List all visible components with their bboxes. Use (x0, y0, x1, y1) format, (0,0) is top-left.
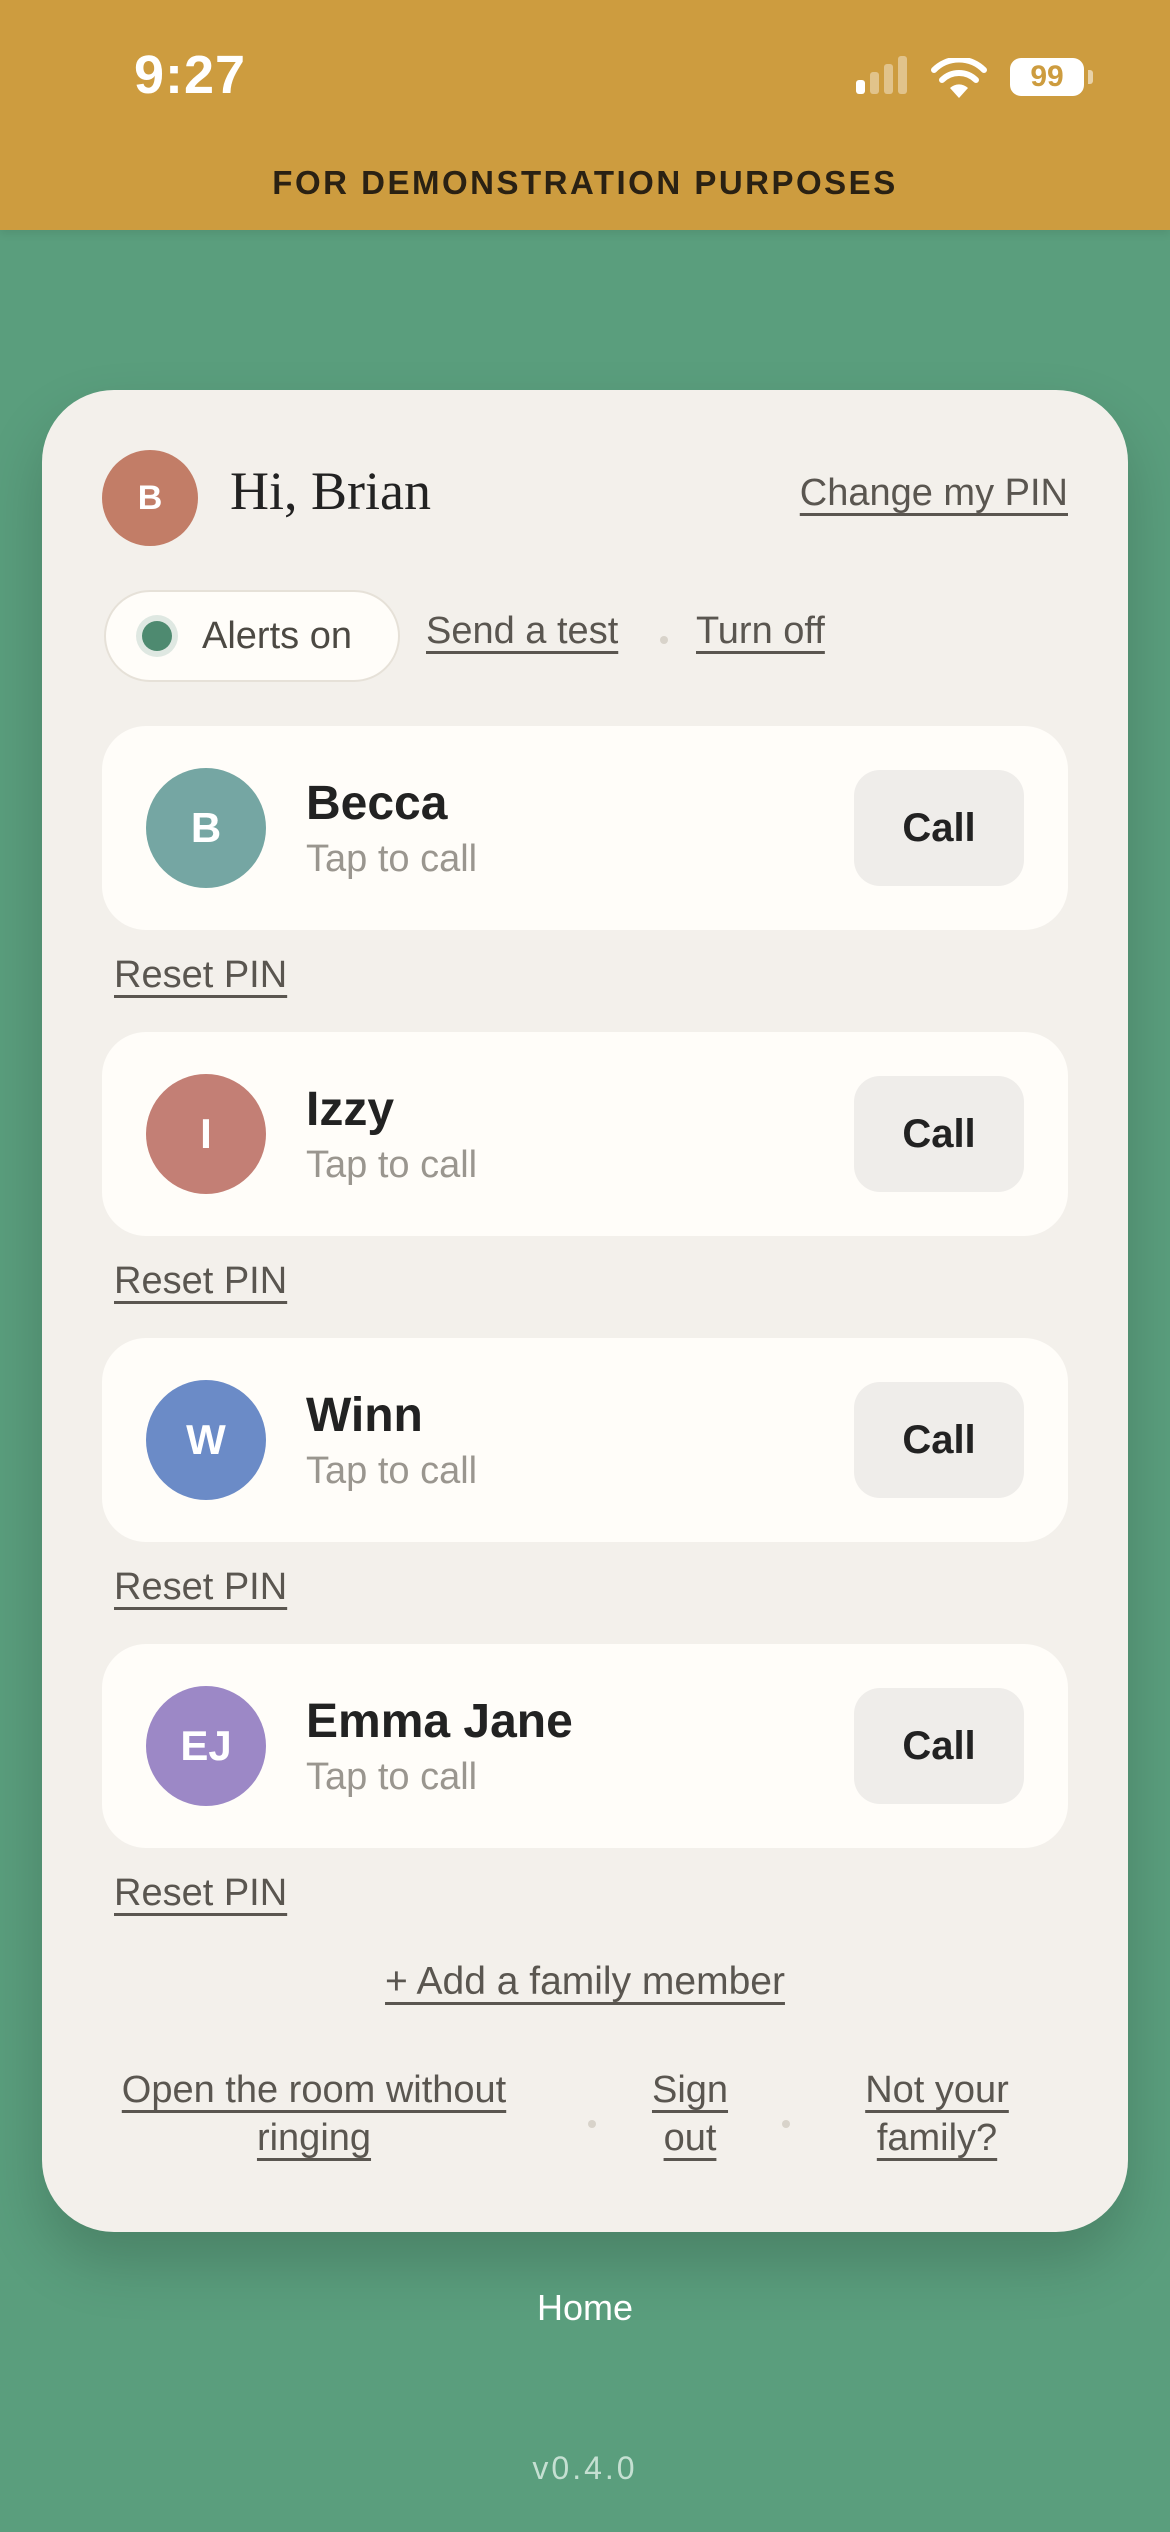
send-test-link[interactable]: Send a test (426, 610, 618, 653)
separator-dot (782, 2120, 790, 2128)
member-name: Becca (306, 777, 448, 830)
family-card: B Hi, Brian Change my PIN Alerts on Send… (42, 390, 1128, 2232)
wifi-icon (931, 58, 987, 98)
open-room-line1: Open the room without (121, 2069, 507, 2111)
reset-pin-link[interactable]: Reset PIN (114, 1260, 287, 1303)
member-card-winn[interactable]: W Winn Tap to call Call (102, 1338, 1068, 1542)
member-subtitle: Tap to call (306, 838, 478, 880)
add-family-member-link[interactable]: + Add a family member (385, 1960, 785, 2003)
member-subtitle: Tap to call (306, 1756, 478, 1798)
member-avatar: I (146, 1074, 266, 1194)
user-avatar: B (102, 450, 198, 546)
reset-pin-link[interactable]: Reset PIN (114, 1566, 287, 1609)
member-name: Izzy (306, 1083, 395, 1136)
member-avatar-initials: B (190, 804, 222, 851)
member-avatar-initials: EJ (180, 1722, 232, 1769)
call-button[interactable]: Call (854, 1688, 1024, 1804)
member-avatar-initials: W (186, 1416, 226, 1463)
member-avatar: EJ (146, 1686, 266, 1806)
member-subtitle: Tap to call (306, 1450, 478, 1492)
greeting: Hi, Brian (230, 461, 431, 521)
sign-out-line1: Sign (651, 2069, 729, 2111)
separator-dot (588, 2120, 596, 2128)
status-icons: 99 (852, 56, 1093, 100)
member-name: Winn (306, 1389, 423, 1442)
sign-out-link[interactable]: Sign out (630, 2066, 750, 2162)
alerts-status-pill: Alerts on (104, 590, 400, 682)
call-button[interactable]: Call (854, 1076, 1024, 1192)
reset-pin-link[interactable]: Reset PIN (114, 954, 287, 997)
status-time: 9:27 (134, 45, 247, 105)
member-avatar-initials: I (200, 1110, 212, 1157)
top-bar: 9:27 99 FOR DEMONSTRATION PURPOSES (0, 0, 1170, 230)
user-avatar-initial: B (137, 478, 163, 517)
open-room-line2: ringing (256, 2117, 372, 2159)
change-pin-link[interactable]: Change my PIN (800, 472, 1068, 515)
reset-pin-link[interactable]: Reset PIN (114, 1872, 287, 1915)
home-link[interactable]: Home (0, 2287, 1170, 2329)
open-room-without-ringing-link[interactable]: Open the room without ringing (114, 2066, 514, 2162)
sign-out-line2: out (663, 2117, 717, 2159)
separator-dot (660, 636, 668, 644)
turn-off-link[interactable]: Turn off (696, 610, 825, 653)
member-subtitle: Tap to call (306, 1144, 478, 1186)
battery-icon: 99 (1010, 58, 1084, 96)
add-family-member-link-wrap: + Add a family member (42, 1960, 1128, 2004)
cellular-signal-icon (852, 56, 912, 100)
not-family-line1: Not your (865, 2069, 1009, 2111)
member-avatar: W (146, 1380, 266, 1500)
member-card-becca[interactable]: B Becca Tap to call Call (102, 726, 1068, 930)
alerts-status-dot (142, 621, 172, 651)
demo-banner: FOR DEMONSTRATION PURPOSES (272, 164, 898, 201)
member-card-izzy[interactable]: I Izzy Tap to call Call (102, 1032, 1068, 1236)
member-card-emma-jane[interactable]: EJ Emma Jane Tap to call Call (102, 1644, 1068, 1848)
battery-level: 99 (1030, 60, 1064, 93)
not-family-line2: family? (876, 2117, 998, 2159)
not-your-family-link[interactable]: Not your family? (832, 2066, 1042, 2162)
member-avatar: B (146, 768, 266, 888)
member-name: Emma Jane (306, 1695, 573, 1748)
call-button[interactable]: Call (854, 770, 1024, 886)
alerts-status-label: Alerts on (202, 614, 352, 657)
call-button[interactable]: Call (854, 1382, 1024, 1498)
battery-nub (1088, 70, 1093, 84)
version-label: v0.4.0 (532, 2450, 638, 2486)
